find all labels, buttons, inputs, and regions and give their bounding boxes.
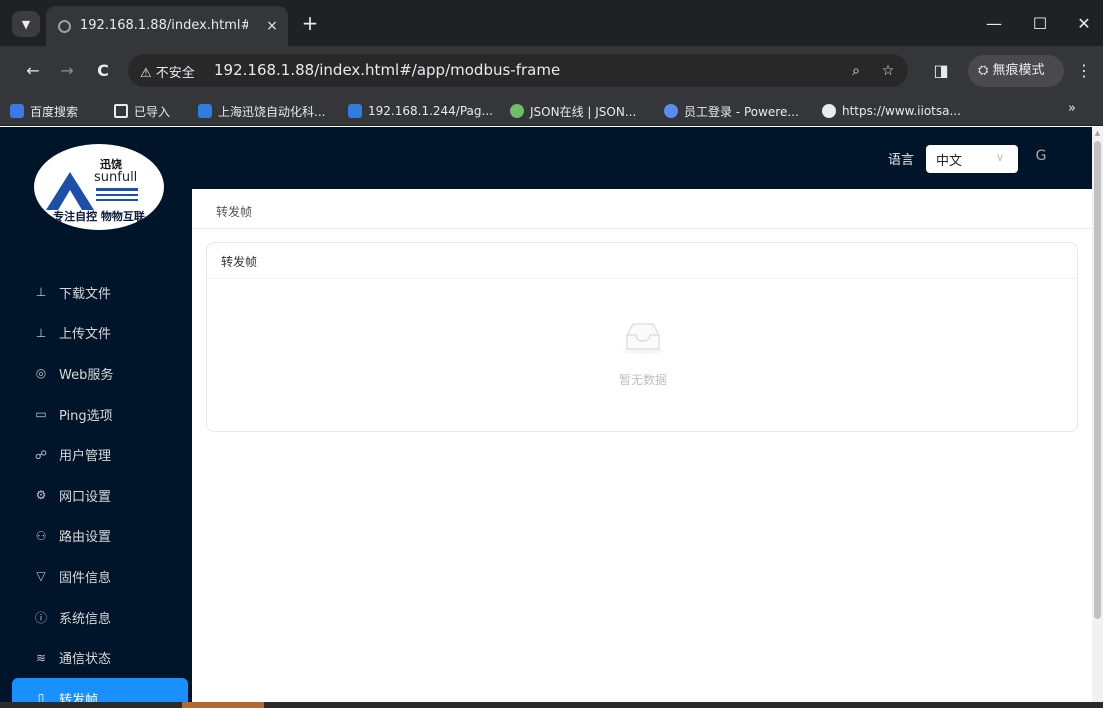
browser-window: ▼ 192.168.1.88/index.html#/ap × + — ☐ ✕ … xyxy=(0,0,1103,708)
page-scrollbar[interactable]: ▲ xyxy=(1092,127,1103,702)
filter-icon: ▽ xyxy=(36,569,46,584)
sidebar-item-forward-frame[interactable]: ▯ 转发帧 xyxy=(12,677,188,702)
sidebar-item-users[interactable]: ☍ 用户管理 xyxy=(0,434,192,475)
sidebar-item-label: 上传文件 xyxy=(59,327,112,343)
sidebar-item-label: Ping选项 xyxy=(59,408,113,424)
new-tab-button[interactable]: + xyxy=(298,12,322,36)
top-header: 语言 中文 ∨ G xyxy=(192,127,1092,189)
bookmark-icon xyxy=(510,104,524,118)
users-icon: ☍ xyxy=(34,447,48,462)
info-icon: ⓘ xyxy=(34,610,47,625)
breadcrumb-current: 转发帧 xyxy=(216,205,253,219)
empty-text: 暂无数据 xyxy=(618,373,667,387)
logo-english-text: sunfull xyxy=(94,170,138,185)
sidebar-item-network[interactable]: ⚙ 网口设置 xyxy=(0,475,192,516)
forward-button[interactable]: → xyxy=(54,58,80,84)
file-icon: ▯ xyxy=(37,691,45,702)
sidebar-menu: ⊥ 下载文件 ⊥ 上传文件 ◎ Web服务 ▭ Ping选项 ☍ 用户管理 ⚙ 网口设置 ⚇… xyxy=(0,272,192,702)
maximize-button[interactable]: ☐ xyxy=(1024,10,1056,38)
sidebar-item-label: 转发帧 xyxy=(59,692,99,702)
card-title: 转发帧 xyxy=(207,243,1077,279)
side-panel-icon[interactable]: ◨ xyxy=(928,58,954,84)
sidebar-item-download[interactable]: ⊥ 下载文件 xyxy=(0,272,192,313)
language-label: 语言 xyxy=(888,153,915,168)
bookmark-icon xyxy=(664,104,678,118)
cluster-icon: ⚇ xyxy=(35,528,47,543)
download-icon: ⊥ xyxy=(35,285,47,300)
url-text[interactable]: 192.168.1.88/index.html#/app/modbus-fram… xyxy=(214,61,560,79)
tab-title: 192.168.1.88/index.html#/ap xyxy=(80,18,248,33)
company-logo: 迅饶 sunfull 专注自控 物物互联 xyxy=(34,144,164,230)
sidebar-item-label: 系统信息 xyxy=(59,611,112,627)
incognito-badge[interactable]: ⛭ 無痕模式 xyxy=(968,55,1064,87)
zoom-icon[interactable]: ⌕ xyxy=(846,61,866,81)
incognito-label: 無痕模式 xyxy=(992,63,1045,78)
language-select[interactable]: 中文 ∨ xyxy=(926,145,1018,173)
browser-tab[interactable]: 192.168.1.88/index.html#/ap × xyxy=(46,6,288,46)
globe-icon xyxy=(822,104,836,118)
globe-icon xyxy=(58,20,71,33)
security-warning[interactable]: ⚠ 不安全 xyxy=(140,62,195,81)
gear-icon: ⚙ xyxy=(35,488,47,503)
more-bookmarks-icon[interactable]: » xyxy=(1068,101,1076,116)
sidebar-item-routing[interactable]: ⚇ 路由设置 xyxy=(0,516,192,557)
sidebar-item-label: 通信状态 xyxy=(59,652,112,668)
minimize-button[interactable]: — xyxy=(978,10,1010,38)
sidebar-item-label: Web服务 xyxy=(59,367,114,383)
laptop-icon: ▭ xyxy=(35,407,47,422)
bookmark-item[interactable]: 百度搜索 xyxy=(10,101,78,121)
sidebar-item-web-service[interactable]: ◎ Web服务 xyxy=(0,353,192,394)
tab-search-button[interactable]: ▼ xyxy=(12,11,40,37)
bookmark-item[interactable]: 192.168.1.244/Pag... xyxy=(348,101,493,121)
browser-menu-icon[interactable]: ⋮ xyxy=(1074,58,1094,84)
upload-icon: ⊥ xyxy=(35,325,47,340)
scrollbar-thumb[interactable] xyxy=(1094,141,1101,619)
bookmark-folder[interactable]: 已导入 xyxy=(114,101,170,121)
sidebar-item-firmware[interactable]: ▽ 固件信息 xyxy=(0,556,192,597)
star-icon[interactable]: ☆ xyxy=(878,61,898,81)
wifi-icon: ≋ xyxy=(35,650,47,665)
bookmark-icon xyxy=(10,104,24,118)
sidebar-item-label: 固件信息 xyxy=(59,570,112,586)
sidebar-item-label: 用户管理 xyxy=(59,449,112,465)
back-button[interactable]: ← xyxy=(20,58,46,84)
address-bar[interactable]: ⚠ 不安全 192.168.1.88/index.html#/app/modbu… xyxy=(128,54,908,87)
chevron-down-icon: ∨ xyxy=(996,151,1005,164)
language-value: 中文 xyxy=(936,154,963,169)
sidebar-item-label: 下载文件 xyxy=(59,286,112,302)
logo-tagline: 专注自控 物物互联 xyxy=(53,210,145,223)
sidebar-item-label: 路由设置 xyxy=(59,530,112,546)
main-content: 转发帧 转发帧 暂无数据 xyxy=(192,189,1092,702)
empty-inbox-icon xyxy=(623,323,663,354)
bookmark-icon xyxy=(198,104,212,118)
folder-icon xyxy=(114,104,128,118)
breadcrumb: 转发帧 xyxy=(192,189,1092,229)
forward-frame-card: 转发帧 暂无数据 xyxy=(206,242,1078,432)
web-page: 迅饶 sunfull 专注自控 物物互联 ⊥ 下载文件 ⊥ 上传文件 ◎ Web服务 … xyxy=(0,127,1092,702)
refresh-icon[interactable]: G xyxy=(1032,147,1050,165)
reload-button[interactable]: C xyxy=(90,58,116,84)
sidebar-item-ping[interactable]: ▭ Ping选项 xyxy=(0,394,192,435)
taskbar-strip xyxy=(0,702,1103,708)
bookmarks-bar: 百度搜索 已导入 上海迅饶自动化科... 192.168.1.244/Pag..… xyxy=(0,96,1103,126)
sidebar-item-upload[interactable]: ⊥ 上传文件 xyxy=(0,313,192,354)
navigation-bar: ← → C ⚠ 不安全 192.168.1.88/index.html#/app… xyxy=(0,46,1103,96)
bookmark-icon xyxy=(348,104,362,118)
bookmark-item[interactable]: 上海迅饶自动化科... xyxy=(198,101,325,121)
scroll-up-arrow-icon[interactable]: ▲ xyxy=(1094,129,1101,137)
sidebar-item-comm-status[interactable]: ≋ 通信状态 xyxy=(0,637,192,678)
sidebar-item-label: 网口设置 xyxy=(59,489,112,505)
bookmark-item[interactable]: JSON在线 | JSON... xyxy=(510,101,636,121)
sidebar-item-system-info[interactable]: ⓘ 系统信息 xyxy=(0,597,192,638)
bookmark-item[interactable]: 员工登录 - Powere... xyxy=(664,101,799,121)
incognito-icon: ⛭ xyxy=(978,63,989,78)
taskbar-highlight xyxy=(182,702,264,708)
tab-strip: ▼ 192.168.1.88/index.html#/ap × + — ☐ ✕ xyxy=(0,0,1103,46)
close-window-button[interactable]: ✕ xyxy=(1068,10,1100,38)
bookmark-item[interactable]: https://www.iiotsa... xyxy=(822,101,961,121)
close-icon[interactable]: × xyxy=(262,16,282,36)
sidebar: 迅饶 sunfull 专注自控 物物互联 ⊥ 下载文件 ⊥ 上传文件 ◎ Web服务 … xyxy=(0,127,192,702)
chevron-down-icon: ▼ xyxy=(21,17,31,31)
eye-icon: ◎ xyxy=(35,366,47,381)
